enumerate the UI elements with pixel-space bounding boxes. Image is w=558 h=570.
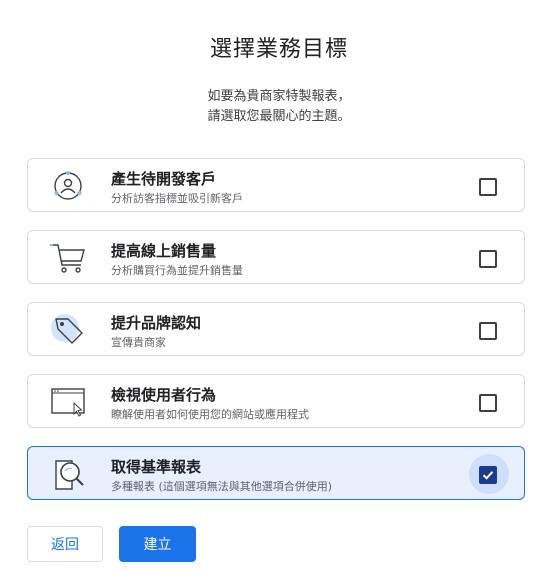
option-checkbox[interactable] [479, 394, 497, 412]
option-title: 提高線上銷售量 [111, 242, 217, 260]
checkmark-icon [482, 471, 494, 480]
option-description: 分析購買行為並提升銷售量 [111, 264, 243, 277]
option-checkbox[interactable] [479, 322, 497, 340]
option-checkbox[interactable] [479, 250, 497, 268]
subtitle-line-2: 請選取您最關心的主題。 [207, 109, 351, 124]
option-baseline-reports[interactable]: 取得基準報表 多種報表 (這個選項無法與其他選項合併使用) [27, 446, 525, 500]
page-title: 選擇業務目標 [209, 37, 348, 62]
shopping-cart-icon [48, 239, 88, 277]
option-checkbox[interactable] [479, 178, 497, 196]
option-description: 瞭解使用者如何使用您的網站或應用程式 [111, 408, 309, 421]
option-title: 產生待開發客戶 [111, 170, 217, 188]
option-description: 宣傳貴商家 [111, 336, 166, 349]
option-checkbox[interactable] [479, 466, 497, 484]
browser-window-cursor-icon [48, 383, 88, 421]
page-subtitle: 如要為貴商家特製報表， 請選取您最關心的主題。 [0, 87, 558, 127]
option-title: 檢視使用者行為 [111, 386, 217, 404]
subtitle-line-1: 如要為貴商家特製報表， [207, 89, 351, 104]
back-button[interactable]: 返回 [27, 526, 103, 562]
option-description: 多種報表 (這個選項無法與其他選項合併使用) [111, 480, 333, 493]
price-tag-icon [48, 311, 88, 349]
document-magnifier-icon [48, 455, 88, 493]
create-button[interactable]: 建立 [119, 526, 196, 562]
person-target-icon [48, 167, 88, 205]
option-increase-sales[interactable]: 提高線上銷售量 分析購買行為並提升銷售量 [27, 230, 525, 284]
option-brand-awareness[interactable]: 提升品牌認知 宣傳貴商家 [27, 302, 525, 356]
option-title: 取得基準報表 [111, 458, 202, 476]
option-title: 提升品牌認知 [111, 314, 202, 332]
option-description: 分析訪客指標並吸引新客戶 [111, 192, 243, 205]
option-generate-leads[interactable]: 產生待開發客戶 分析訪客指標並吸引新客戶 [27, 158, 525, 212]
option-user-behavior[interactable]: 檢視使用者行為 瞭解使用者如何使用您的網站或應用程式 [27, 374, 525, 428]
